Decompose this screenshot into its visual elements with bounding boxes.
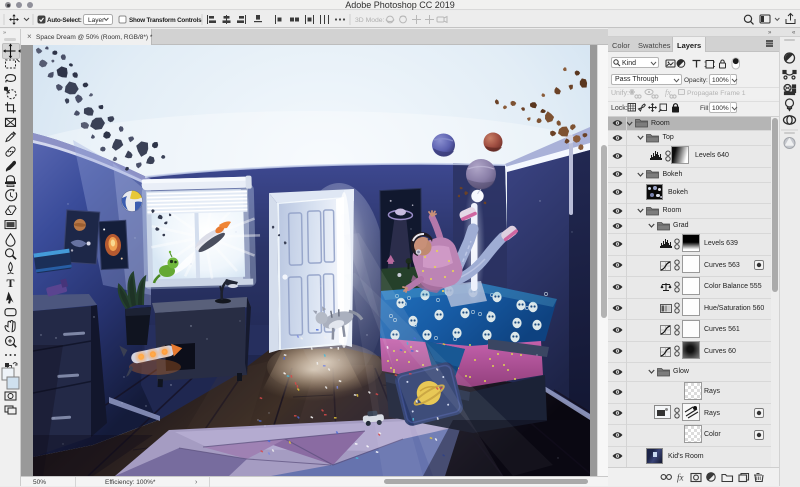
svg-text:fx: fx [677,473,684,483]
svg-text:3D Mode:: 3D Mode: [355,17,385,24]
svg-text:Layer: Layer [88,17,105,24]
svg-text:Auto-Select:: Auto-Select: [47,17,82,24]
svg-text:Show Transform Controls: Show Transform Controls [129,17,202,24]
svg-text:T: T [6,276,14,290]
